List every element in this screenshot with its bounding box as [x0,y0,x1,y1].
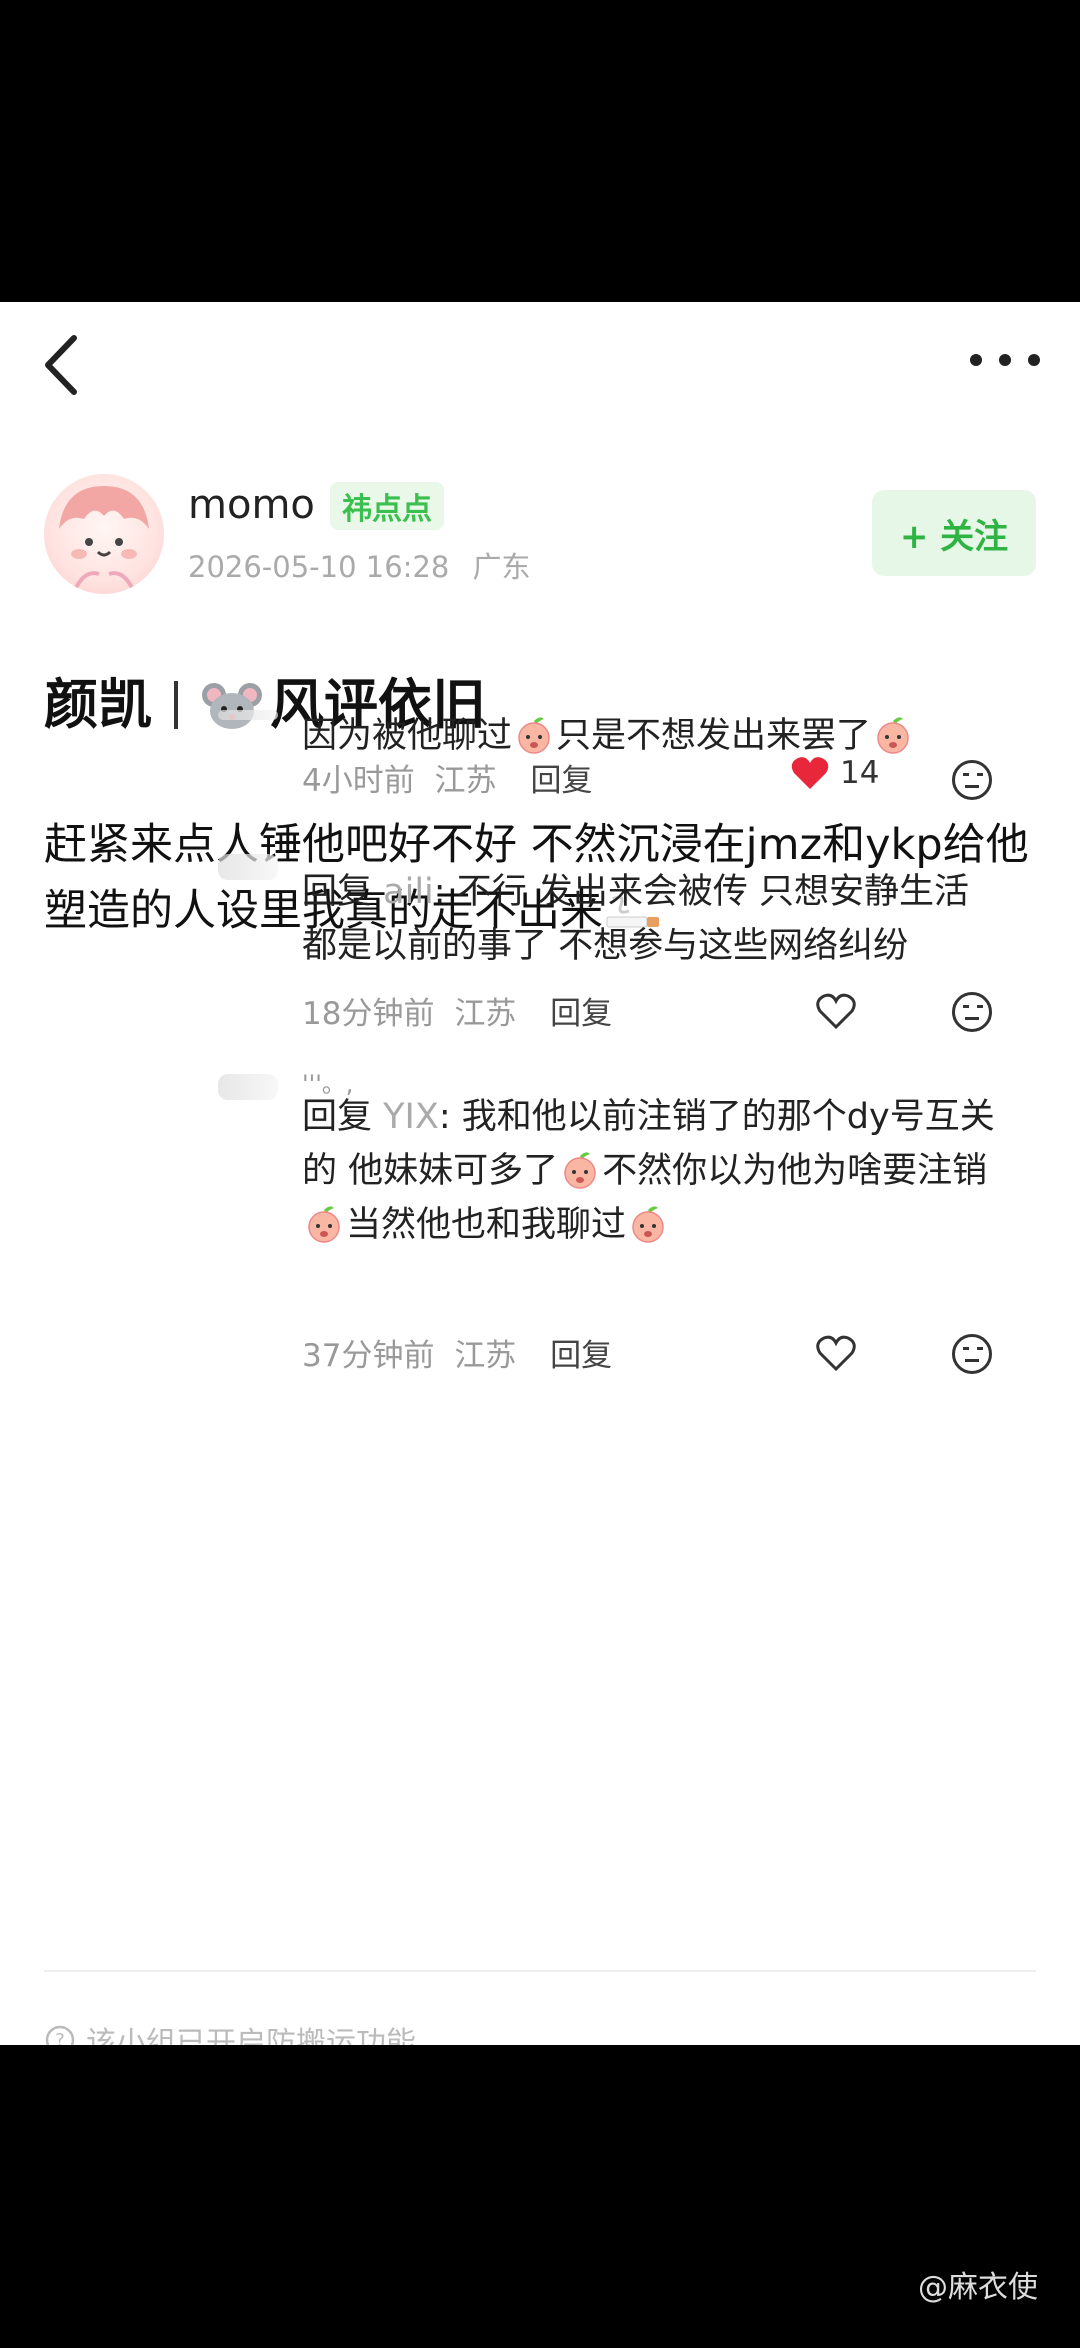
reply-prefix: 回复 [302,872,373,912]
post-screen: momo 祎点点 2026-05-10 16:28 广东 + 关注 颜凯 风评依… [0,302,1080,2045]
mouse-emoji-icon [202,683,262,729]
comment-avatar[interactable] [218,854,278,880]
reaction-face-icon[interactable] [952,992,992,1032]
anti-repost-notice: ? 该小组已开启防搬运功能 [44,2018,416,2045]
comment-text-part: 因为被他聊过 [302,716,513,756]
comment-meta: 37分钟前 江苏 回复 [302,1330,612,1375]
user-badge: 祎点点 [330,482,444,530]
post-meta: 2026-05-10 16:28 广东 [188,544,531,586]
reaction-face-icon[interactable] [952,760,992,800]
comment-time: 37分钟前 [302,1338,435,1374]
heart-icon[interactable] [815,992,857,1030]
reply-to-name[interactable]: aili [383,872,434,912]
reply-to-name[interactable]: YIX [383,1097,439,1137]
watermark: @麻衣使 [918,2270,1038,2305]
comment-text-part: 当然他也和我聊过 [346,1205,627,1245]
comment-time: 18分钟前 [302,996,435,1032]
username[interactable]: momo [188,482,315,528]
title-left: 颜凯 [44,673,152,736]
avatar[interactable] [44,474,164,594]
comment-text: 回复 YIX: 我和他以前注销了的那个dy号互关的 他妹妹可多了 不然你以为他为啥… [302,1090,1002,1252]
more-dots-icon[interactable] [970,348,1040,372]
back-arrow-icon[interactable] [38,330,88,400]
heart-icon [791,757,829,789]
comment-location: 江苏 [434,763,497,799]
comment-location: 江苏 [454,1338,517,1374]
follow-button[interactable]: + 关注 [872,490,1036,576]
reply-button[interactable]: 回复 [550,996,612,1032]
comment-meta: 18分钟前 江苏 回复 [302,988,612,1033]
comment-time: 4小时前 [302,763,415,799]
comment-text-part: 不然你以为他为啥要注销 [602,1151,988,1191]
svg-text:?: ? [55,2030,65,2045]
reply-button[interactable]: 回复 [550,1338,612,1374]
peach-emoji-icon [308,1206,340,1243]
peach-emoji-icon [877,717,909,754]
like-count: 14 [840,755,880,791]
comment-text: 回复 aili: 不行 发出来会被传 只想安静生活 都是以前的事了 不想参与这些… [302,865,1002,973]
question-circle-icon: ? [45,2025,75,2045]
heart-icon[interactable] [815,1334,857,1372]
peach-emoji-icon [564,1152,596,1189]
reply-button[interactable]: 回复 [530,763,592,799]
comment-text-part: 只是不想发出来罢了 [556,716,872,756]
post-timestamp: 2026-05-10 16:28 [188,550,450,584]
comment-location: 江苏 [454,996,517,1032]
like-button[interactable]: 14 [790,755,879,791]
post-location: 广东 [472,550,531,584]
reply-prefix: 回复 [302,1097,373,1137]
comment-meta: 4小时前 江苏 回复 [302,755,592,800]
peach-emoji-icon [518,717,550,754]
anti-repost-text: 该小组已开启防搬运功能 [86,2026,416,2045]
divider [44,1970,1036,1972]
comment-avatar[interactable] [218,710,278,720]
peach-emoji-icon [632,1206,664,1243]
comment-avatar[interactable] [218,1074,278,1100]
title-divider [174,681,178,729]
reaction-face-icon[interactable] [952,1334,992,1374]
